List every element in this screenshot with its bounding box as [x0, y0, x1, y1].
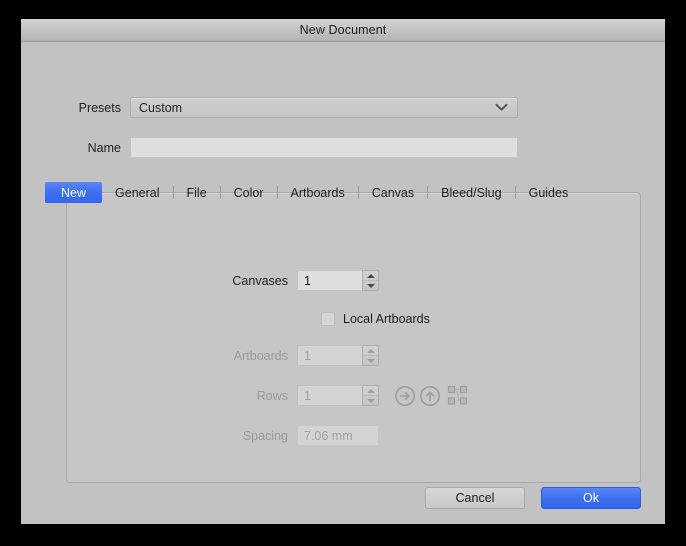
canvases-input[interactable]: 1 [297, 270, 362, 291]
triangle-up-icon [367, 389, 375, 393]
tab-artboards-label: Artboards [291, 186, 345, 200]
canvases-stepper-buttons[interactable] [362, 270, 379, 291]
dialog-titlebar[interactable]: New Document [21, 19, 665, 42]
local-artboards-label: Local Artboards [343, 312, 430, 326]
artboards-stepper: 1 [297, 345, 379, 366]
tab-guides-label: Guides [529, 186, 569, 200]
tab-new-label: New [61, 186, 86, 200]
local-artboards-row[interactable]: Local Artboards [321, 312, 430, 326]
dialog-title: New Document [300, 23, 387, 37]
canvases-decrement-button[interactable] [363, 281, 378, 290]
dialog-footer: Cancel Ok [425, 487, 641, 509]
rows-stepper: 1 [297, 385, 379, 406]
ok-button[interactable]: Ok [541, 487, 641, 509]
arrow-up-circle-icon[interactable] [419, 385, 441, 407]
rows-decrement-button [363, 396, 378, 405]
rows-increment-button [363, 386, 378, 396]
dialog-body: Presets Custom Name New [21, 42, 665, 523]
artboards-label: Artboards [45, 349, 297, 363]
artboards-stepper-buttons [362, 345, 379, 366]
tab-canvas-label: Canvas [372, 186, 414, 200]
triangle-down-icon [367, 399, 375, 403]
artboards-row: Artboards 1 [45, 345, 379, 366]
canvases-stepper[interactable]: 1 [297, 270, 379, 291]
canvases-row: Canvases 1 [45, 270, 379, 291]
tab-color[interactable]: Color [221, 182, 277, 203]
presets-dropdown[interactable]: Custom [130, 97, 518, 118]
spacing-row: Spacing 7.06 mm [45, 425, 379, 446]
rows-row: Rows 1 [45, 385, 379, 406]
layout-direction-buttons [394, 385, 470, 406]
spacing-label: Spacing [45, 429, 297, 443]
tab-general[interactable]: General [102, 182, 172, 203]
tab-file-label: File [187, 186, 207, 200]
name-row: Name [21, 137, 665, 158]
name-label: Name [21, 141, 130, 155]
triangle-down-icon [367, 284, 375, 288]
tab-canvas[interactable]: Canvas [359, 182, 427, 203]
tab-strip: New General File Color Artboards Canvas … [45, 182, 641, 203]
rows-input: 1 [297, 385, 362, 406]
artboards-increment-button [363, 346, 378, 356]
tab-bleed-slug[interactable]: Bleed/Slug [428, 182, 514, 203]
canvases-label: Canvases [45, 274, 297, 288]
spacing-input: 7.06 mm [297, 425, 379, 446]
presets-label: Presets [21, 101, 130, 115]
chevron-down-icon [495, 99, 508, 117]
tab-bleed-slug-label: Bleed/Slug [441, 186, 501, 200]
rows-label: Rows [45, 389, 297, 403]
screen-root: New Document Presets Custom Name [0, 0, 686, 546]
triangle-up-icon [367, 349, 375, 353]
tab-file[interactable]: File [174, 182, 220, 203]
arrow-right-circle-icon[interactable] [394, 385, 416, 407]
canvases-increment-button[interactable] [363, 271, 378, 281]
presets-value: Custom [131, 101, 182, 115]
triangle-down-icon [367, 359, 375, 363]
artboards-input: 1 [297, 345, 362, 366]
name-input[interactable] [130, 137, 518, 158]
cancel-button[interactable]: Cancel [425, 487, 525, 509]
tab-general-label: General [115, 186, 159, 200]
triangle-up-icon [367, 274, 375, 278]
local-artboards-checkbox[interactable] [321, 312, 335, 326]
new-document-dialog: New Document Presets Custom Name [21, 19, 665, 524]
tab-section: New General File Color Artboards Canvas … [45, 182, 641, 483]
artboards-decrement-button [363, 356, 378, 365]
presets-row: Presets Custom [21, 97, 665, 118]
tab-guides[interactable]: Guides [516, 182, 582, 203]
tab-new[interactable]: New [45, 182, 102, 203]
tab-artboards[interactable]: Artboards [278, 182, 358, 203]
tab-color-label: Color [234, 186, 264, 200]
grid-layout-icon[interactable] [446, 385, 470, 407]
rows-stepper-buttons [362, 385, 379, 406]
